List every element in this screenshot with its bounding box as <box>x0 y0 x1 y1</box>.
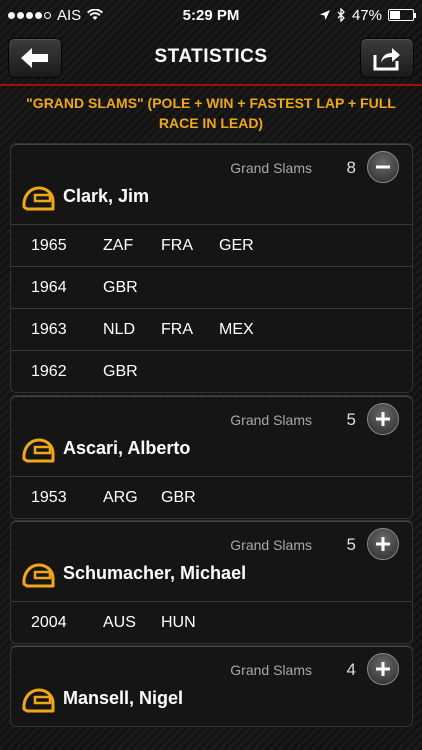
driver-name: Mansell, Nigel <box>63 688 184 708</box>
helmet-icon <box>22 438 55 463</box>
minus-icon <box>376 165 390 169</box>
season-year: 1963 <box>31 320 67 338</box>
expand-button[interactable] <box>367 528 399 560</box>
country-code: GBR <box>103 278 138 296</box>
expand-button[interactable] <box>367 653 399 685</box>
driver-card-header[interactable]: Grand Slams 5 Ascari, Alberto <box>11 396 412 476</box>
country-code: GBR <box>103 362 138 380</box>
driver-card[interactable]: Grand Slams 5 Schumacher, Michael 2004 AU… <box>10 520 413 644</box>
helmet-icon <box>22 688 55 713</box>
season-year: 1953 <box>31 488 67 506</box>
stat-label: Grand Slams <box>230 160 312 176</box>
grand-slam-row: 1963 NLD FRA MEX <box>11 308 412 350</box>
stat-label: Grand Slams <box>230 537 312 553</box>
grand-slam-count: 5 <box>346 535 356 554</box>
stat-label: Grand Slams <box>230 662 312 678</box>
driver-name: Clark, Jim <box>63 186 150 206</box>
country-code: FRA <box>161 320 193 338</box>
plus-icon <box>376 662 390 676</box>
battery-percent: 47% <box>351 6 382 24</box>
country-code: ZAF <box>103 236 134 254</box>
wifi-icon <box>87 9 104 20</box>
grand-slam-row: 1953 ARG GBR <box>11 476 412 518</box>
location-arrow-icon <box>319 10 330 20</box>
season-year: 1962 <box>31 362 67 380</box>
country-code: MEX <box>219 320 254 338</box>
helmet-icon <box>22 563 55 588</box>
grand-slam-row: 1962 GBR <box>11 350 412 392</box>
header-divider <box>0 84 422 86</box>
country-code: GBR <box>161 488 196 506</box>
driver-name: Schumacher, Michael <box>63 563 247 583</box>
driver-name: Ascari, Alberto <box>63 438 191 458</box>
season-year: 1965 <box>31 236 67 254</box>
grand-slam-row: 1965 ZAF FRA GER <box>11 224 412 266</box>
country-code: FRA <box>161 236 193 254</box>
collapse-button[interactable] <box>367 151 399 183</box>
clock: 5:29 PM <box>182 6 240 24</box>
share-icon <box>373 48 400 71</box>
country-code: HUN <box>161 613 196 631</box>
share-button[interactable] <box>360 38 414 78</box>
season-year: 1964 <box>31 278 67 296</box>
grand-slam-count: 4 <box>346 660 356 679</box>
carrier-name: AIS <box>57 6 82 24</box>
plus-icon <box>376 537 390 551</box>
signal-strength-icon <box>8 11 51 19</box>
driver-card[interactable]: Grand Slams 8 Clark, Jim 1965 ZAF FRA GER 1… <box>10 143 413 393</box>
driver-card-header[interactable]: Grand Slams 5 Schumacher, Michael <box>11 521 412 601</box>
bluetooth-icon <box>337 8 345 22</box>
grand-slam-count: 8 <box>346 158 356 177</box>
page-title: STATISTICS <box>154 46 268 67</box>
nav-bar: STATISTICS <box>0 30 422 84</box>
stat-description: "GRAND SLAMS" (POLE + WIN + FASTEST LAP … <box>26 95 396 131</box>
country-code: NLD <box>103 320 136 338</box>
battery-icon <box>388 9 416 21</box>
season-year: 2004 <box>31 613 67 631</box>
back-button[interactable] <box>8 38 62 78</box>
driver-card[interactable]: Grand Slams 5 Ascari, Alberto 1953 ARG GBR <box>10 395 413 519</box>
stat-label: Grand Slams <box>230 412 312 428</box>
grand-slam-count: 5 <box>346 410 356 429</box>
country-code: GER <box>219 236 254 254</box>
driver-card[interactable]: Grand Slams 4 Mansell, Nigel <box>10 645 413 727</box>
arrow-left-icon <box>21 48 48 68</box>
country-code: AUS <box>103 613 136 631</box>
status-bar: AIS 5:29 PM 47% <box>0 0 422 30</box>
grand-slam-row: 2004 AUS HUN <box>11 601 412 643</box>
driver-card-header[interactable]: Grand Slams 4 Mansell, Nigel <box>11 646 412 726</box>
expand-button[interactable] <box>367 403 399 435</box>
grand-slam-row: 1964 GBR <box>11 266 412 308</box>
helmet-icon <box>22 186 55 211</box>
country-code: ARG <box>103 488 138 506</box>
plus-icon <box>376 412 390 426</box>
driver-card-header[interactable]: Grand Slams 8 Clark, Jim <box>11 144 412 224</box>
